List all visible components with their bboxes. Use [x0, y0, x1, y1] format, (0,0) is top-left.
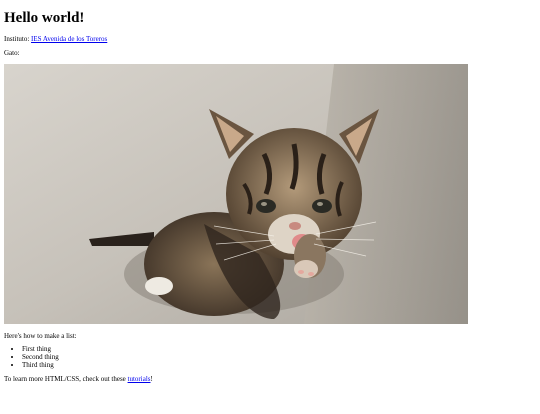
- page-heading: Hello world!: [4, 10, 85, 26]
- learn-more-prefix: To learn more HTML/CSS, check out these: [4, 375, 128, 383]
- learn-more-suffix: !: [150, 375, 153, 383]
- institute-line: Instituto: IES Avenida de los Toreros: [4, 35, 536, 44]
- list-item: Third thing: [22, 361, 536, 369]
- kitten-image: [4, 64, 468, 324]
- list-intro: Here's how to make a list:: [4, 332, 77, 340]
- institute-label: Instituto:: [4, 35, 32, 43]
- learn-more-line: To learn more HTML/CSS, check out these …: [4, 375, 536, 384]
- cat-label: Gato:: [4, 49, 20, 57]
- list-item: Second thing: [22, 353, 536, 361]
- bullet-list: First thing Second thing Third thing: [4, 345, 536, 369]
- list-item: First thing: [22, 345, 536, 353]
- institute-link[interactable]: IES Avenida de los Toreros: [31, 35, 107, 43]
- tutorials-link[interactable]: tutorials: [128, 375, 151, 383]
- page: Hello world! Instituto: IES Avenida de l…: [0, 9, 540, 384]
